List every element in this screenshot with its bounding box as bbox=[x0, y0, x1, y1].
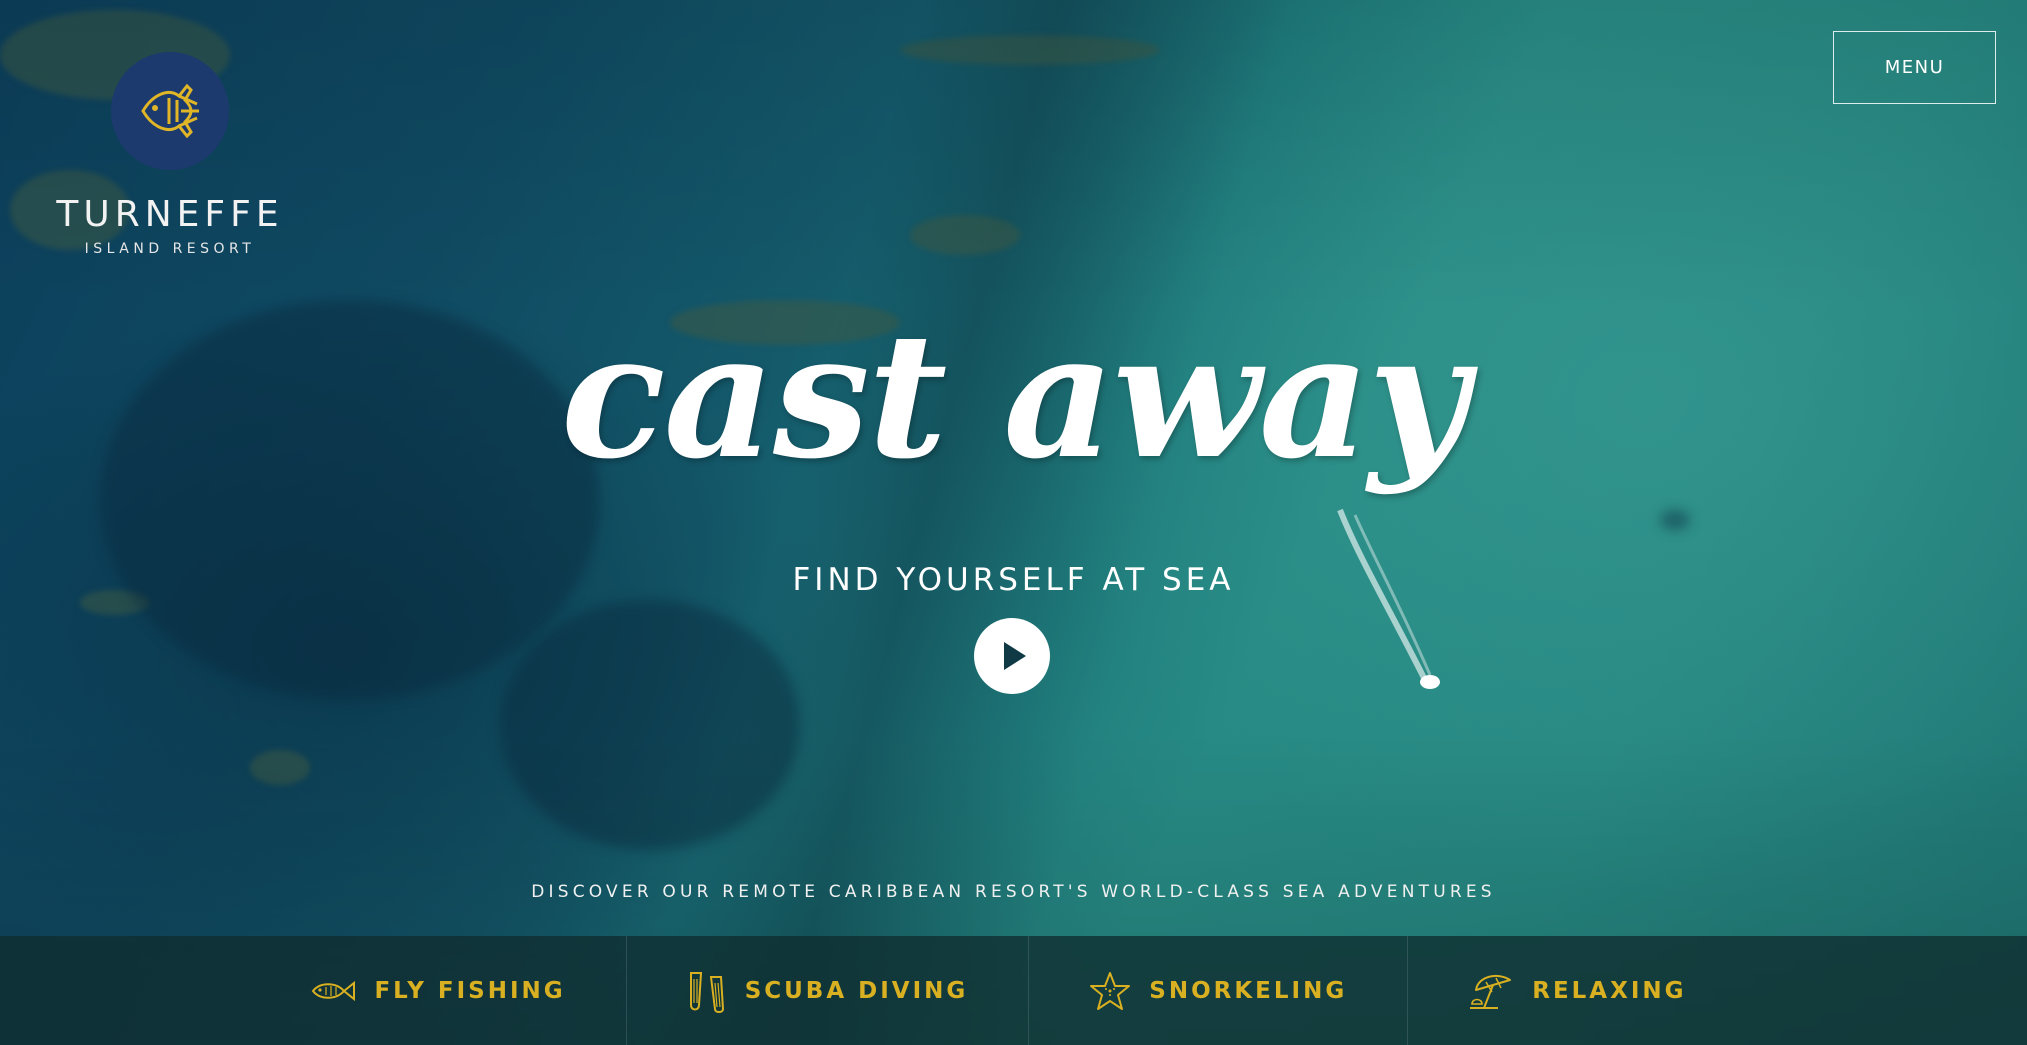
play-video-button[interactable] bbox=[974, 618, 1050, 694]
activity-label: SCUBA DIVING bbox=[744, 977, 969, 1004]
brand-subtitle: ISLAND RESORT bbox=[84, 241, 256, 257]
activity-label: FLY FISHING bbox=[374, 977, 566, 1004]
activity-relaxing[interactable]: RELAXING bbox=[1408, 936, 1746, 1045]
activity-label: SNORKELING bbox=[1149, 977, 1348, 1004]
hero-section: TURNEFFE ISLAND RESORT MENU cast away FI… bbox=[0, 0, 2027, 1045]
play-icon bbox=[1004, 642, 1026, 670]
angelfish-icon bbox=[141, 83, 199, 139]
flippers-icon bbox=[687, 969, 727, 1013]
starfish-icon bbox=[1089, 970, 1131, 1012]
hero-headline: cast away bbox=[560, 294, 1468, 497]
activities-bar: FLY FISHING SCUBA DIVING SNORKELING RELA… bbox=[0, 936, 2027, 1045]
activity-label: RELAXING bbox=[1532, 977, 1687, 1004]
activity-snorkeling[interactable]: SNORKELING bbox=[1029, 936, 1409, 1045]
beach-umbrella-icon bbox=[1468, 970, 1514, 1012]
menu-button[interactable]: MENU bbox=[1833, 31, 1996, 104]
logo-badge bbox=[111, 52, 229, 170]
site-logo[interactable]: TURNEFFE ISLAND RESORT bbox=[40, 52, 300, 257]
fish-icon bbox=[310, 979, 356, 1003]
hero-tagline: DISCOVER OUR REMOTE CARIBBEAN RESORT'S W… bbox=[531, 882, 1496, 902]
brand-name: TURNEFFE bbox=[56, 194, 284, 235]
hero-subheadline: FIND YOURSELF AT SEA bbox=[792, 562, 1235, 598]
activity-scuba-diving[interactable]: SCUBA DIVING bbox=[627, 936, 1030, 1045]
activity-fly-fishing[interactable]: FLY FISHING bbox=[250, 936, 627, 1045]
